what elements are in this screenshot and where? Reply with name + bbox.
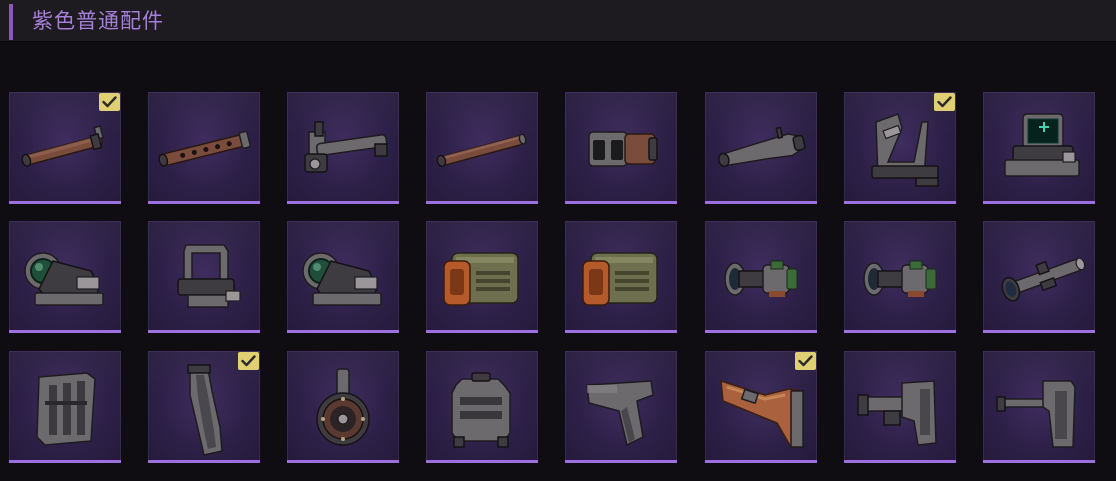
slot-rarity-bar [983,460,1095,463]
slot-rarity-bar [287,201,399,204]
section-title: 紫色普通配件 [32,9,164,33]
slot-rarity-bar [287,330,399,333]
checkmark-icon [934,93,955,111]
attachment-slot[interactable] [565,92,677,204]
attachment-slot[interactable] [844,221,956,333]
slot-rarity-bar [844,330,956,333]
slot-rarity-bar [705,201,817,204]
checkmark-icon [99,93,120,111]
slot-rarity-bar [705,460,817,463]
slot-rarity-bar [983,201,1095,204]
slot-rarity-bar [844,460,956,463]
checkmark-icon [238,352,259,370]
slot-rarity-bar [426,460,538,463]
attachment-slot[interactable] [9,92,121,204]
attachment-slot[interactable] [844,351,956,463]
attachment-slot[interactable] [983,221,1095,333]
attachment-slot[interactable] [565,351,677,463]
attachment-slot[interactable] [426,351,538,463]
slot-rarity-bar [844,201,956,204]
attachment-slot[interactable] [148,221,260,333]
checkmark-icon [795,352,816,370]
slot-rarity-bar [426,201,538,204]
attachment-slot[interactable] [705,92,817,204]
attachment-slot[interactable] [426,221,538,333]
slot-rarity-bar [565,201,677,204]
attachment-slot[interactable] [9,351,121,463]
attachment-slot[interactable] [705,351,817,463]
slot-rarity-bar [9,460,121,463]
attachment-slot[interactable] [983,351,1095,463]
header-accent [9,4,13,40]
slot-rarity-bar [148,460,260,463]
attachment-slot[interactable] [9,221,121,333]
slot-rarity-bar [983,330,1095,333]
slot-rarity-bar [565,460,677,463]
slot-rarity-bar [9,201,121,204]
slot-rarity-bar [148,330,260,333]
slot-rarity-bar [565,330,677,333]
attachment-slot[interactable] [565,221,677,333]
attachment-slot[interactable] [148,351,260,463]
attachment-slot[interactable] [844,92,956,204]
slot-rarity-bar [705,330,817,333]
slot-rarity-bar [426,330,538,333]
slot-rarity-bar [287,460,399,463]
slot-rarity-bar [148,201,260,204]
attachment-slot[interactable] [287,351,399,463]
attachment-slot[interactable] [983,92,1095,204]
attachment-slot[interactable] [148,92,260,204]
attachment-slot[interactable] [705,221,817,333]
attachment-slot[interactable] [426,92,538,204]
slot-rarity-bar [9,330,121,333]
header-bar: 紫色普通配件 [0,0,1116,42]
attachment-slot[interactable] [287,92,399,204]
attachment-slot[interactable] [287,221,399,333]
